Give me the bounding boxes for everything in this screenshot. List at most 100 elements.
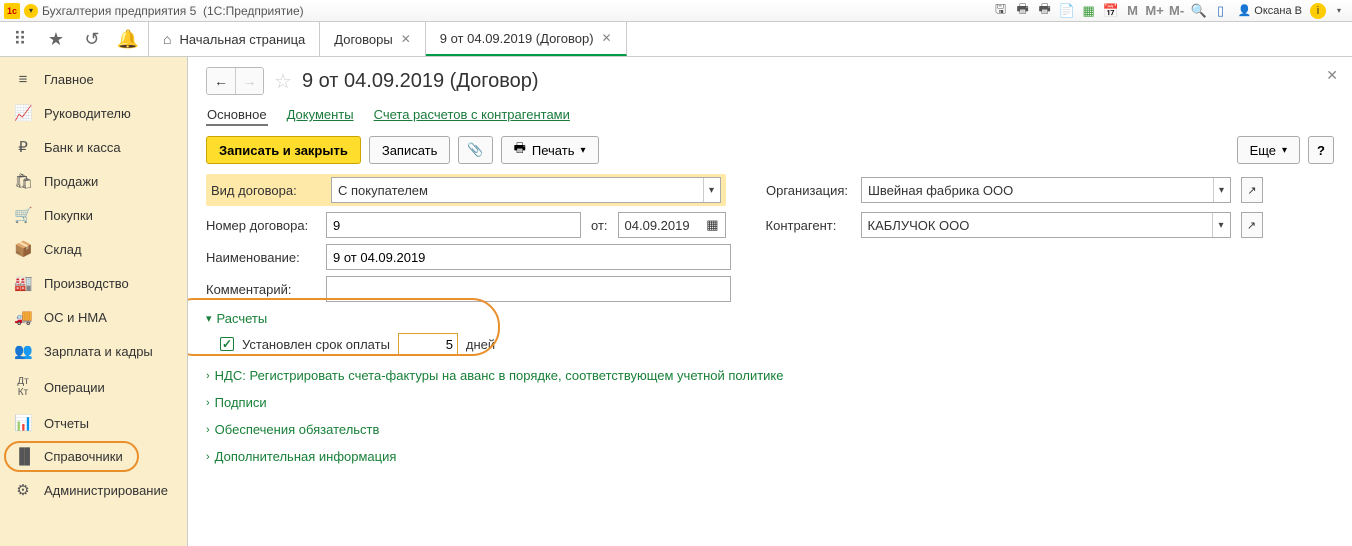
sidebar-item-manager[interactable]: 📈 Руководителю bbox=[0, 96, 187, 130]
sidebar-item-label: Банк и касса bbox=[44, 140, 121, 155]
tb-mminus-icon[interactable]: M- bbox=[1168, 2, 1186, 20]
tb-print2-icon[interactable]: 🖶 bbox=[1036, 2, 1054, 20]
tab-label: Начальная страница bbox=[179, 32, 305, 47]
tb-calendar-icon[interactable]: 📅 bbox=[1102, 2, 1120, 20]
notifications-icon[interactable]: 🔔 bbox=[116, 29, 140, 50]
contract-type-select[interactable]: С покупателем ▾ bbox=[331, 177, 721, 203]
chevron-right-icon: › bbox=[206, 397, 210, 409]
app-logo-icon: 1c bbox=[4, 3, 20, 19]
sidebar-item-sales[interactable]: 🛍Продажи bbox=[0, 164, 187, 198]
section-nds-header[interactable]: › НДС: Регистрировать счета-фактуры на а… bbox=[206, 365, 1334, 386]
toolbar-left: ⠿ ★ ↺ 🔔 bbox=[0, 22, 148, 56]
subtab-accounts[interactable]: Счета расчетов с контрагентами bbox=[373, 105, 571, 126]
subtab-main[interactable]: Основное bbox=[206, 105, 268, 126]
tb-copy-icon[interactable]: 📄 bbox=[1058, 2, 1076, 20]
tab-contract-9[interactable]: 9 от 04.09.2019 (Договор) ✕ bbox=[426, 22, 627, 56]
sidebar-item-purchases[interactable]: 🛒Покупки bbox=[0, 198, 187, 232]
sidebar-item-label: Справочники bbox=[44, 449, 123, 464]
chart-up-icon: 📈 bbox=[14, 104, 32, 122]
sidebar-item-operations[interactable]: ДтКтОперации bbox=[0, 368, 187, 406]
attach-button[interactable]: 📎 bbox=[458, 136, 492, 164]
action-bar: Записать и закрыть Записать 📎 🖶Печать▾ Е… bbox=[206, 136, 1334, 164]
number-label: Номер договора: bbox=[206, 218, 316, 233]
tb-mplus-icon[interactable]: M+ bbox=[1146, 2, 1164, 20]
sidebar-item-main[interactable]: ≡Главное bbox=[0, 63, 187, 96]
chevron-right-icon: › bbox=[206, 424, 210, 436]
subtab-docs[interactable]: Документы bbox=[286, 105, 355, 126]
comment-input[interactable] bbox=[326, 276, 731, 302]
nav-back-button[interactable]: ← bbox=[207, 68, 235, 94]
section-securities-header[interactable]: › Обеспечения обязательств bbox=[206, 419, 1334, 440]
content-area: ✕ ← → ☆ 9 от 04.09.2019 (Договор) Основн… bbox=[188, 57, 1352, 546]
tb-save-icon[interactable]: 🖫 bbox=[992, 2, 1010, 20]
tb-print-icon[interactable]: 🖶 bbox=[1014, 2, 1032, 20]
toolbar-row: ⠿ ★ ↺ 🔔 ⌂ Начальная страница Договоры ✕ … bbox=[0, 22, 1352, 57]
page-title: 9 от 04.09.2019 (Договор) bbox=[302, 70, 539, 93]
name-input[interactable] bbox=[326, 244, 731, 270]
favorite-toggle-icon[interactable]: ☆ bbox=[274, 69, 292, 94]
section-addinfo-header[interactable]: › Дополнительная информация bbox=[206, 446, 1334, 467]
tb-info-icon[interactable]: i bbox=[1310, 3, 1326, 19]
help-button[interactable]: ? bbox=[1308, 136, 1334, 164]
chevron-down-icon: ▾ bbox=[1282, 145, 1287, 156]
sidebar-item-reports[interactable]: 📊 Отчеты bbox=[0, 406, 187, 440]
org-value: Швейная фабрика ООО bbox=[868, 183, 1013, 198]
sidebar-item-label: Руководителю bbox=[44, 106, 131, 121]
tab-home[interactable]: ⌂ Начальная страница bbox=[149, 22, 320, 56]
section-calc-header[interactable]: ▾ Расчеты bbox=[206, 308, 1334, 329]
tab-bar: ⌂ Начальная страница Договоры ✕ 9 от 04.… bbox=[148, 22, 627, 56]
current-user[interactable]: 👤 Оксана В bbox=[1238, 4, 1302, 17]
print-button[interactable]: 🖶Печать▾ bbox=[501, 136, 599, 164]
org-select[interactable]: Швейная фабрика ООО ▾ bbox=[861, 177, 1231, 203]
chevron-right-icon: › bbox=[206, 451, 210, 463]
comment-label: Комментарий: bbox=[206, 282, 316, 297]
tb-calc-icon[interactable]: ▦ bbox=[1080, 2, 1098, 20]
sidebar-item-label: Отчеты bbox=[44, 416, 89, 431]
number-input[interactable] bbox=[326, 212, 581, 238]
sidebar-item-production[interactable]: 🏭Производство bbox=[0, 266, 187, 300]
sidebar-item-catalogs[interactable]: ▐▌Справочники bbox=[0, 440, 187, 473]
sidebar-item-label: Продажи bbox=[44, 174, 98, 189]
home-icon: ⌂ bbox=[163, 31, 171, 47]
barchart-icon: 📊 bbox=[14, 414, 32, 432]
tb-info-dropdown[interactable]: ▾ bbox=[1330, 2, 1348, 20]
section-signatures-header[interactable]: › Подписи bbox=[206, 392, 1334, 413]
chevron-down-icon: ▾ bbox=[1212, 213, 1223, 237]
history-icon[interactable]: ↺ bbox=[80, 29, 104, 50]
tab-contracts[interactable]: Договоры ✕ bbox=[320, 22, 426, 56]
title-bar: 1c ▾ Бухгалтерия предприятия 5 (1С:Предп… bbox=[0, 0, 1352, 22]
sidebar: ≡Главное 📈 Руководителю ₽Банк и касса 🛍Пр… bbox=[0, 57, 188, 546]
sidebar-item-assets[interactable]: 🚚ОС и НМА bbox=[0, 300, 187, 334]
sidebar-item-warehouse[interactable]: 📦Склад bbox=[0, 232, 187, 266]
menu-icon: ≡ bbox=[14, 71, 32, 88]
date-input[interactable]: 04.09.2019 ▦ bbox=[618, 212, 726, 238]
close-icon[interactable]: ✕ bbox=[401, 32, 411, 46]
save-button[interactable]: Записать bbox=[369, 136, 451, 164]
sidebar-item-admin[interactable]: ⚙Администрирование bbox=[0, 473, 187, 507]
apps-grid-icon[interactable]: ⠿ bbox=[8, 29, 32, 50]
sidebar-item-label: Операции bbox=[44, 380, 105, 395]
chevron-down-icon: ▾ bbox=[206, 312, 212, 325]
sidebar-item-bank[interactable]: ₽Банк и касса bbox=[0, 130, 187, 164]
favorite-star-icon[interactable]: ★ bbox=[44, 29, 68, 50]
nav-forward-button[interactable]: → bbox=[235, 68, 263, 94]
close-icon[interactable]: ✕ bbox=[602, 31, 612, 45]
org-label: Организация: bbox=[766, 183, 851, 198]
tb-m-icon[interactable]: M bbox=[1124, 2, 1142, 20]
tb-zoom-icon[interactable]: 🔍 bbox=[1190, 2, 1208, 20]
more-button[interactable]: Еще▾ bbox=[1237, 136, 1300, 164]
tb-panels-icon[interactable]: ▯ bbox=[1212, 2, 1230, 20]
truck-icon: 🚚 bbox=[14, 308, 32, 326]
payment-term-checkbox[interactable]: ✓ bbox=[220, 337, 234, 351]
print-icon: 🖶 bbox=[514, 139, 526, 161]
calendar-icon[interactable]: ▦ bbox=[706, 217, 718, 233]
org-open-button[interactable]: ↗ bbox=[1241, 177, 1263, 203]
partner-open-button[interactable]: ↗ bbox=[1241, 212, 1263, 238]
partner-label: Контрагент: bbox=[766, 218, 851, 233]
app-menu-dropdown[interactable]: ▾ bbox=[24, 4, 38, 18]
partner-select[interactable]: КАБЛУЧОК ООО ▾ bbox=[861, 212, 1231, 238]
close-page-icon[interactable]: ✕ bbox=[1326, 67, 1338, 84]
save-and-close-button[interactable]: Записать и закрыть bbox=[206, 136, 361, 164]
payment-days-input[interactable] bbox=[398, 333, 458, 355]
sidebar-item-payroll[interactable]: 👥Зарплата и кадры bbox=[0, 334, 187, 368]
